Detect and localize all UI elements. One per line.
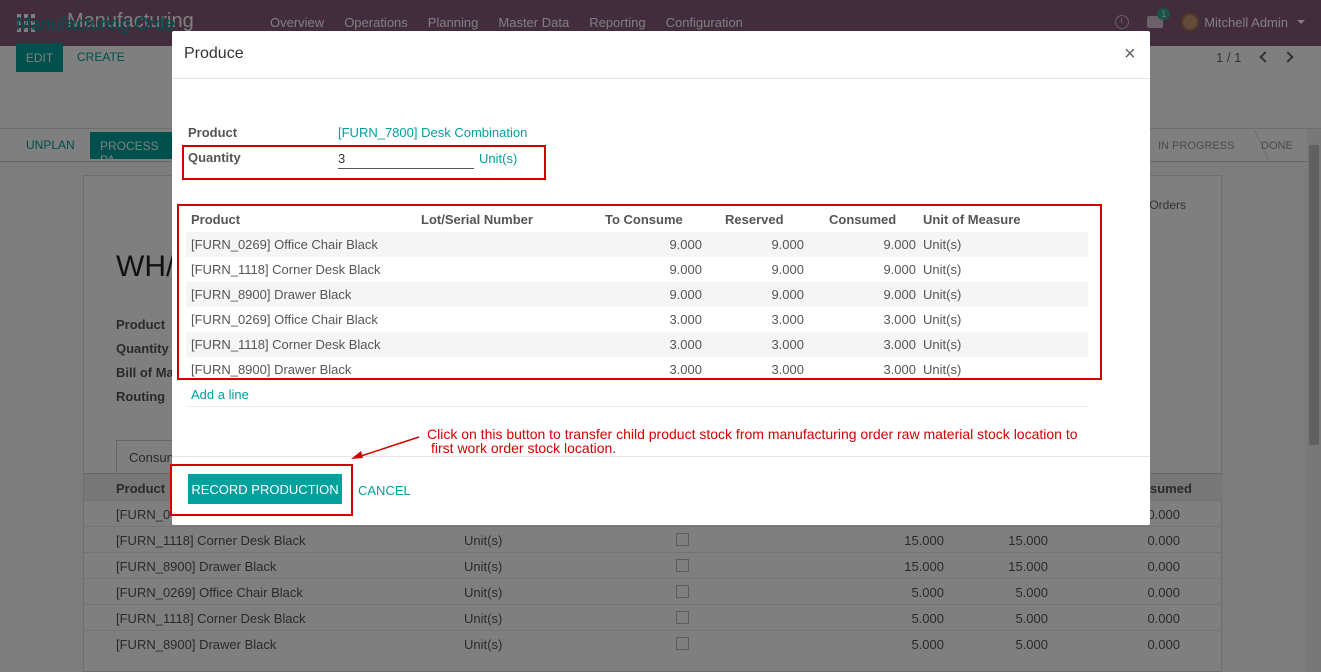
product-label: Product [188, 125, 238, 140]
dialog-title: Produce [184, 45, 244, 62]
annotation-box-lines-table [177, 204, 1102, 380]
product-link[interactable]: [FURN_7800] Desk Combination [338, 125, 527, 140]
annotation-box-record-button [170, 464, 353, 516]
annotation-text-line1: Click on this button to transfer child p… [427, 426, 1078, 442]
add-line-row: Add a line [186, 382, 1088, 407]
cancel-button[interactable]: CANCEL [358, 483, 411, 498]
add-line-link[interactable]: Add a line [191, 387, 249, 402]
annotation-box-quantity [182, 145, 546, 180]
annotation-text-line2: first work order stock location. [431, 440, 617, 456]
dialog-header: Produce × [172, 31, 1150, 79]
close-icon[interactable]: × [1124, 43, 1136, 66]
